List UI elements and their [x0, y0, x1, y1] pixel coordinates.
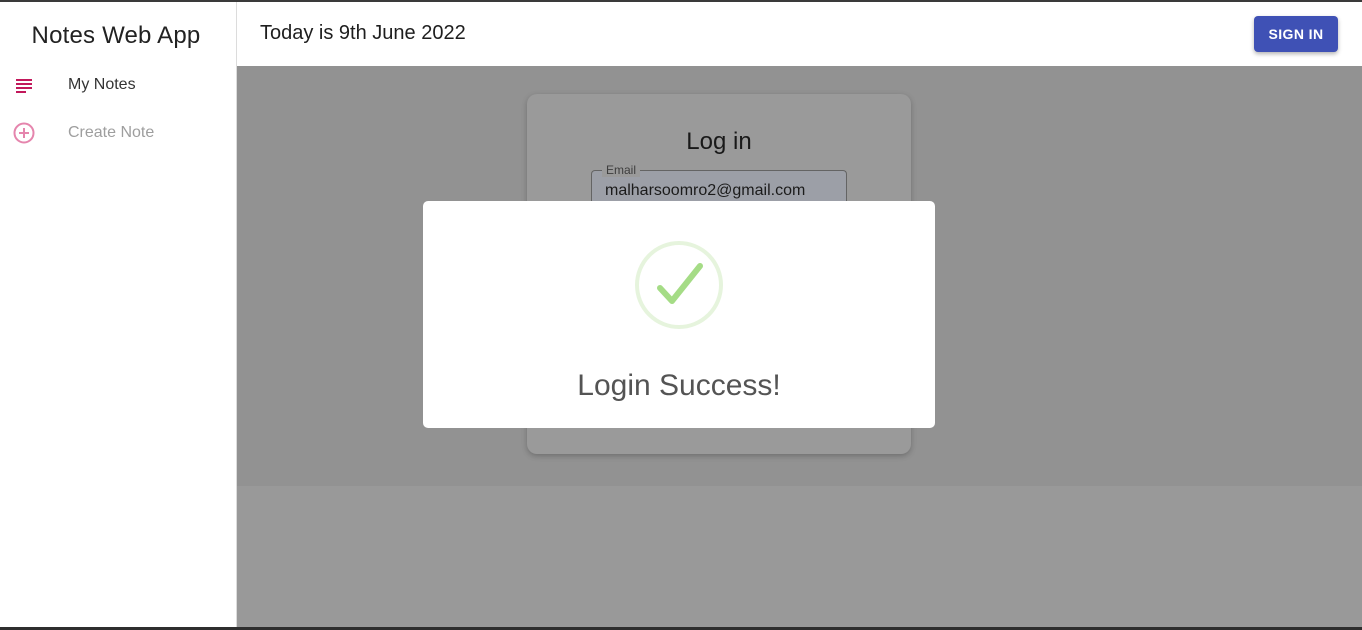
app-header: Today is 9th June 2022 SIGN IN — [237, 2, 1362, 66]
success-check-icon — [635, 241, 723, 329]
app-title: Notes Web App — [31, 22, 201, 49]
sidebar: Notes Web App My Notes Create Note — [0, 2, 237, 627]
date-text: Today is 9th June 2022 — [260, 22, 466, 44]
window-top-border — [0, 0, 1362, 2]
notes-list-icon — [12, 73, 36, 97]
sidebar-item-label: My Notes — [68, 76, 136, 93]
sidebar-item-label: Create Note — [68, 124, 155, 141]
add-circle-icon — [12, 121, 36, 145]
sidebar-item-my-notes[interactable]: My Notes — [0, 65, 236, 105]
sidebar-item-create-note[interactable]: Create Note — [0, 113, 236, 153]
modal-title: Login Success! — [577, 369, 781, 402]
sign-in-button[interactable]: SIGN IN — [1254, 16, 1338, 52]
login-success-modal: Login Success! — [423, 201, 935, 428]
